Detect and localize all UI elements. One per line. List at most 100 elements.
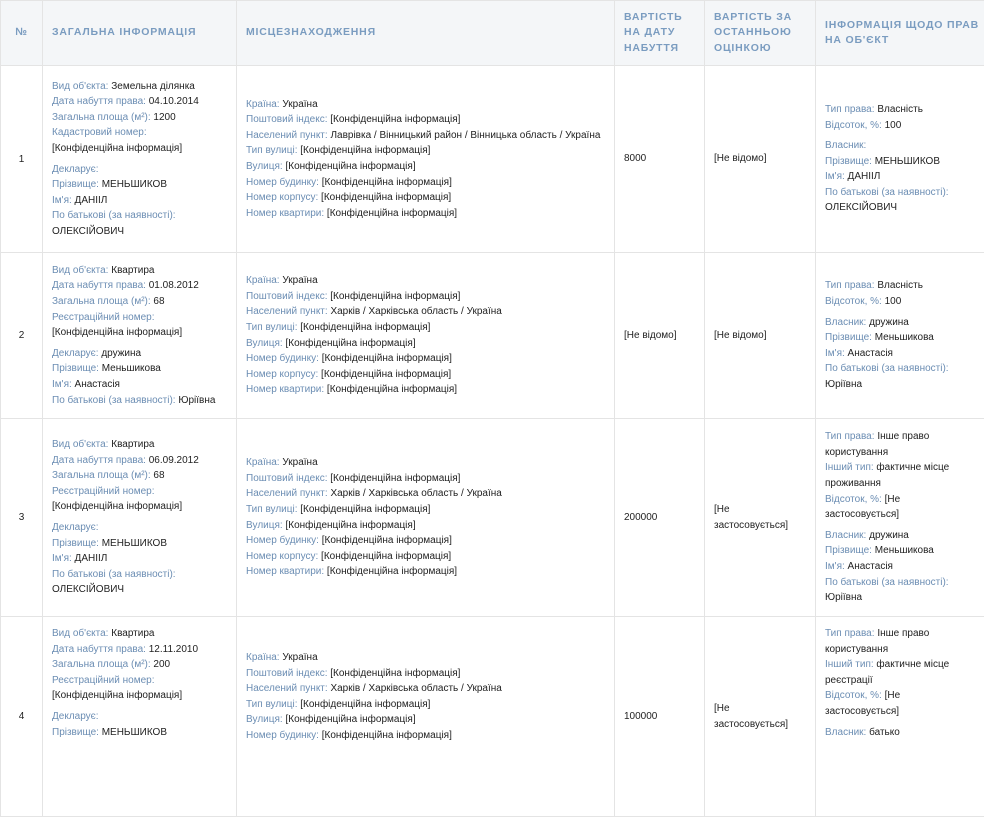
rights-label: По батькові (за наявності):: [825, 187, 949, 198]
location-line: Номер будинку: [Конфіденційна інформація…: [246, 728, 605, 744]
general-line: Дата набуття права: 12.11.2010: [52, 642, 227, 658]
general-line: Реєстраційний номер:: [52, 310, 227, 326]
general-value: [Конфіденційна інформація]: [52, 501, 182, 512]
general-line: Вид об'єкта: Квартира: [52, 626, 227, 642]
general-info-cell: Вид об'єкта: КвартираДата набуття права:…: [43, 253, 237, 419]
general-line: ОЛЕКСІЙОВИЧ: [52, 224, 227, 240]
general-value: 68: [153, 470, 164, 481]
rights-line: Юріївна: [825, 377, 984, 393]
location-value: [Конфіденційна інформація]: [327, 208, 457, 219]
general-line: Кадастровий номер:: [52, 125, 227, 141]
location-line: Вулиця: [Конфіденційна інформація]: [246, 336, 605, 352]
rights-line: Ім'я: Анастасія: [825, 346, 984, 362]
location-label: Номер квартири:: [246, 384, 324, 395]
general-value: МЕНЬШИКОВ: [102, 179, 167, 190]
general-label: По батькові (за наявності):: [52, 210, 176, 221]
rights-line: Відсоток, %: 100: [825, 294, 984, 310]
general-label: Ім'я:: [52, 195, 72, 206]
general-label: Декларує:: [52, 711, 99, 722]
rights-value: ДАНІІЛ: [848, 171, 881, 182]
location-line: Номер будинку: [Конфіденційна інформація…: [246, 533, 605, 549]
rights-value: проживання: [825, 478, 881, 489]
general-line: Прізвище: Меньшикова: [52, 361, 227, 377]
general-line: По батькові (за наявності): Юріївна: [52, 393, 227, 409]
general-label: По батькові (за наявності):: [52, 569, 176, 580]
location-label: Країна:: [246, 275, 280, 286]
location-value: [Конфіденційна інформація]: [322, 535, 452, 546]
general-value: 68: [153, 296, 164, 307]
rights-value: застосовується]: [825, 509, 899, 520]
location-line: Номер будинку: [Конфіденційна інформація…: [246, 175, 605, 191]
rights-line: Власник: дружина: [825, 315, 984, 331]
location-value: Лаврівка / Вінницький район / Вінницька …: [330, 130, 600, 141]
rights-label: Відсоток, %:: [825, 296, 882, 307]
general-line: Реєстраційний номер:: [52, 673, 227, 689]
rights-label: Ім'я:: [825, 171, 845, 182]
general-label: Кадастровий номер:: [52, 127, 147, 138]
general-line: Дата набуття права: 01.08.2012: [52, 278, 227, 294]
location-line: Тип вулиці: [Конфіденційна інформація]: [246, 697, 605, 713]
general-line: Дата набуття права: 06.09.2012: [52, 453, 227, 469]
general-label: Дата набуття права:: [52, 280, 146, 291]
general-label: Декларує:: [52, 164, 99, 175]
rights-line: реєстрації: [825, 673, 984, 689]
general-label: Дата набуття права:: [52, 644, 146, 655]
location-label: Країна:: [246, 457, 280, 468]
row-number: 2: [1, 253, 43, 419]
general-line: Дата набуття права: 04.10.2014: [52, 94, 227, 110]
rights-label: Тип права:: [825, 104, 875, 115]
rights-line: Інший тип: фактичне місце: [825, 657, 984, 673]
location-value: [Конфіденційна інформація]: [321, 192, 451, 203]
rights-label: Прізвище:: [825, 332, 872, 343]
location-label: Населений пункт:: [246, 306, 328, 317]
general-label: Загальна площа (м²):: [52, 112, 151, 123]
rights-value: Інше право: [877, 628, 929, 639]
location-value: Україна: [282, 99, 317, 110]
location-cell: Країна: УкраїнаПоштовий індекс: [Конфіде…: [237, 419, 615, 617]
rights-line: Відсоток, %: [Не: [825, 688, 984, 704]
general-value: 01.08.2012: [149, 280, 199, 291]
rights-label: Власник:: [825, 530, 866, 541]
rights-line: застосовується]: [825, 704, 984, 720]
rights-value: дружина: [869, 317, 909, 328]
row-number: 1: [1, 66, 43, 253]
rights-line: По батькові (за наявності):: [825, 575, 984, 591]
rights-label: Ім'я:: [825, 561, 845, 572]
rights-value: користування: [825, 447, 888, 458]
rights-label: По батькові (за наявності):: [825, 363, 949, 374]
assets-table: № Загальна інформація Місцезнаходження В…: [0, 0, 984, 817]
location-cell: Країна: УкраїнаПоштовий індекс: [Конфіде…: [237, 66, 615, 253]
rights-line: користування: [825, 642, 984, 658]
general-label: Ім'я:: [52, 553, 72, 564]
general-line: Декларує: дружина: [52, 346, 227, 362]
location-label: Країна:: [246, 99, 280, 110]
general-line: Декларує:: [52, 162, 227, 178]
general-label: Дата набуття права:: [52, 96, 146, 107]
rights-value: Власність: [877, 104, 923, 115]
location-label: Країна:: [246, 652, 280, 663]
rights-line: Власник: батько: [825, 725, 984, 741]
location-line: Країна: Україна: [246, 273, 605, 289]
rights-line: застосовується]: [825, 507, 984, 523]
cost-acquisition-cell: 200000: [615, 419, 705, 617]
general-value: [Конфіденційна інформація]: [52, 690, 182, 701]
rights-line: Тип права: Інше право: [825, 429, 984, 445]
rights-line: Прізвище: МЕНЬШИКОВ: [825, 154, 984, 170]
location-value: [Конфіденційна інформація]: [322, 353, 452, 364]
location-label: Поштовий індекс:: [246, 473, 327, 484]
general-line: Загальна площа (м²): 1200: [52, 110, 227, 126]
location-line: Тип вулиці: [Конфіденційна інформація]: [246, 143, 605, 159]
location-value: Харків / Харківська область / Україна: [330, 306, 501, 317]
col-header-rights: Інформація щодо прав на об'єкт: [816, 1, 984, 66]
general-label: Вид об'єкта:: [52, 81, 108, 92]
location-value: [Конфіденційна інформація]: [300, 699, 430, 710]
rights-label: Ім'я:: [825, 348, 845, 359]
general-line: Вид об'єкта: Квартира: [52, 437, 227, 453]
general-value: МЕНЬШИКОВ: [102, 538, 167, 549]
general-line: [Конфіденційна інформація]: [52, 499, 227, 515]
general-value: Меньшикова: [102, 363, 161, 374]
general-line: Ім'я: ДАНІІЛ: [52, 193, 227, 209]
rights-value: 100: [885, 120, 902, 131]
general-value: дружина: [101, 348, 141, 359]
general-label: Прізвище:: [52, 727, 99, 738]
